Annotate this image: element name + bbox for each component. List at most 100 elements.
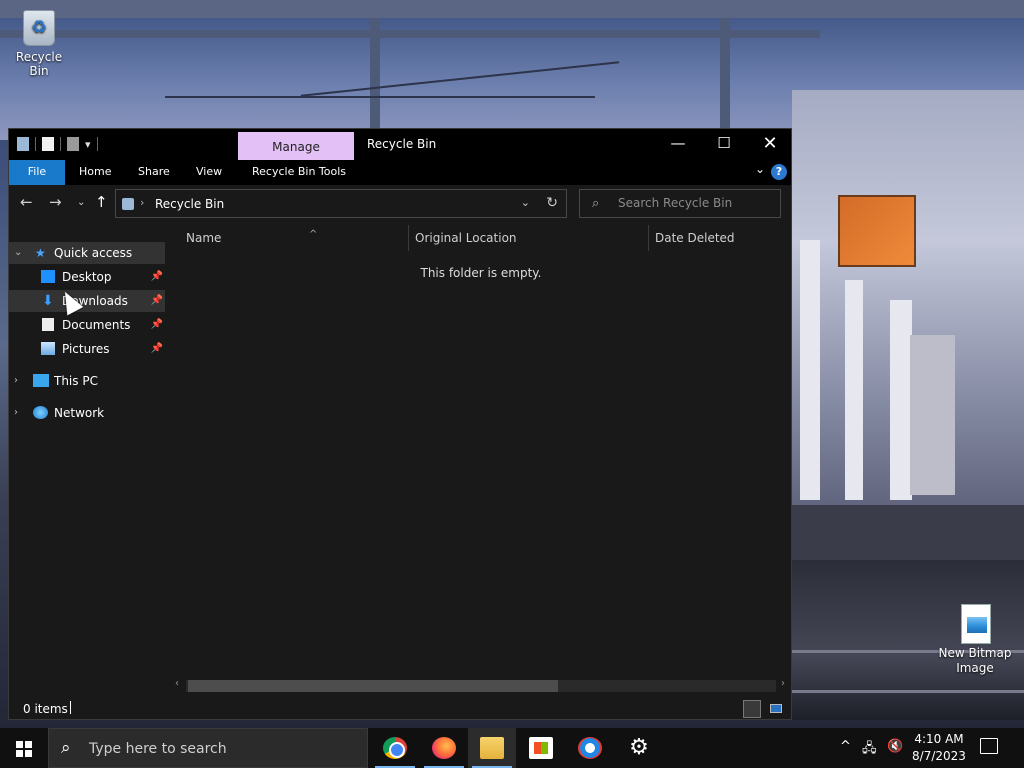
navigation-pane: ⌄ ★ Quick access Desktop 📌 ⬇ Downloads 📌… [9, 223, 165, 697]
sidebar-item-desktop[interactable]: Desktop 📌 [9, 266, 165, 288]
sidebar-item-quick-access[interactable]: ⌄ ★ Quick access [9, 242, 165, 264]
navigation-bar: ← → ⌄ ↑ › Recycle Bin ⌄ ↻ ⌕ [9, 185, 791, 223]
recycle-bin-small-icon [17, 137, 29, 151]
windows-logo-icon [16, 741, 32, 757]
status-divider [70, 701, 71, 714]
forward-arrow-icon[interactable]: → [49, 193, 62, 211]
large-icons-view-button[interactable] [767, 700, 785, 718]
breadcrumb-chevron-icon[interactable]: › [140, 196, 144, 209]
help-icon[interactable]: ? [771, 164, 787, 180]
window-title: Recycle Bin [367, 137, 437, 151]
sidebar-item-pictures[interactable]: Pictures 📌 [9, 338, 165, 360]
new-folder-icon[interactable] [67, 137, 79, 151]
sidebar-item-label: Documents [62, 318, 131, 332]
taskbar-search-box[interactable]: ⌕ Type here to search [48, 728, 368, 768]
desktop-icon-recycle-bin[interactable]: Recycle Bin [6, 6, 72, 78]
notifications-icon[interactable] [980, 738, 998, 754]
tab-share[interactable]: Share [138, 160, 170, 185]
maximize-button[interactable]: ☐ [701, 129, 747, 160]
show-hidden-icons-chevron-icon[interactable]: ^ [840, 739, 851, 768]
chevron-right-icon[interactable]: › [14, 370, 18, 392]
ribbon-tabs: File Home Share View Recycle Bin Tools ⌄… [9, 160, 791, 185]
sort-ascending-icon: ^ [309, 229, 318, 240]
taskbar-app-firefox[interactable] [420, 728, 468, 768]
network-tray-icon[interactable]: 🖧 [862, 739, 877, 768]
title-bar[interactable]: ▾ Manage Recycle Bin — ☐ ✕ [9, 129, 791, 160]
column-header-name[interactable]: Name ^ [186, 229, 317, 245]
volume-muted-icon[interactable]: 🔇 [887, 739, 903, 768]
desktop-icon-label: New Bitmap Image [938, 646, 1012, 675]
document-icon [42, 318, 54, 331]
column-header-date-deleted[interactable]: Date Deleted [655, 231, 735, 245]
taskbar: ⌕ Type here to search ⚙ ^ 🖧 🔇 4:10 AM 8/… [0, 728, 1024, 768]
star-icon: ★ [35, 246, 46, 260]
recent-locations-chevron-icon[interactable]: ⌄ [77, 197, 85, 208]
recycle-bin-icon [23, 10, 55, 46]
taskbar-app-file-explorer[interactable] [468, 728, 516, 768]
details-view-button[interactable] [743, 700, 761, 718]
scroll-left-arrow-icon[interactable]: ‹ [175, 678, 179, 689]
search-input[interactable] [618, 196, 773, 210]
tab-manage[interactable]: Manage [238, 132, 354, 160]
tab-file[interactable]: File [9, 160, 65, 185]
tab-home[interactable]: Home [79, 160, 111, 185]
breadcrumb-recycle-bin[interactable]: Recycle Bin [155, 197, 224, 211]
pin-icon[interactable]: 📌 [151, 266, 163, 288]
system-clock[interactable]: 4:10 AM 8/7/2023 [908, 731, 970, 765]
content-pane[interactable]: Name ^ Original Location Date Deleted Th… [166, 223, 791, 697]
computer-icon [33, 374, 49, 387]
taskbar-app-store[interactable] [517, 728, 565, 768]
scrollbar-thumb[interactable] [188, 680, 558, 692]
search-icon: ⌕ [61, 738, 71, 758]
sidebar-item-documents[interactable]: Documents 📌 [9, 314, 165, 336]
refresh-icon[interactable]: ↻ [546, 195, 558, 211]
close-button[interactable]: ✕ [747, 129, 793, 160]
item-count: 0 items [23, 702, 68, 716]
horizontal-scrollbar[interactable]: ‹ › [171, 677, 791, 693]
column-header-label: Name [186, 231, 222, 245]
desktop-icon-new-bitmap-image[interactable]: New Bitmap Image [934, 602, 1016, 676]
settings-icon: ⚙ [629, 735, 649, 760]
address-dropdown-chevron-icon[interactable]: ⌄ [521, 196, 530, 209]
start-button[interactable] [0, 728, 48, 768]
tab-recycle-bin-tools[interactable]: Recycle Bin Tools [252, 160, 346, 185]
column-header-original-location[interactable]: Original Location [415, 231, 517, 245]
address-bar[interactable]: › Recycle Bin ⌄ ↻ [115, 189, 567, 218]
taskbar-search-placeholder: Type here to search [89, 741, 227, 757]
sidebar-item-downloads[interactable]: ⬇ Downloads 📌 [9, 290, 165, 312]
properties-icon[interactable] [42, 137, 54, 151]
bitmap-image-icon [961, 604, 991, 644]
network-icon [33, 406, 48, 419]
scroll-right-arrow-icon[interactable]: › [781, 678, 785, 689]
sidebar-item-network[interactable]: › Network [9, 402, 165, 424]
minimize-button[interactable]: — [655, 129, 701, 160]
back-arrow-icon[interactable]: ← [20, 193, 33, 211]
tab-view[interactable]: View [196, 160, 222, 185]
customize-toolbar-icon[interactable]: ▾ [85, 138, 91, 151]
firefox-icon [432, 737, 456, 759]
pin-icon[interactable]: 📌 [151, 338, 163, 360]
pin-icon[interactable]: 📌 [151, 314, 163, 336]
recycle-bin-small-icon [122, 198, 134, 210]
pictures-icon [41, 342, 55, 355]
sidebar-item-this-pc[interactable]: › This PC [9, 370, 165, 392]
sidebar-item-label: Network [54, 406, 105, 420]
file-explorer-icon [480, 737, 504, 759]
taskbar-app-settings[interactable]: ⚙ [615, 728, 663, 768]
quick-access-toolbar: ▾ [17, 137, 98, 151]
pin-icon[interactable]: 📌 [151, 290, 163, 312]
empty-folder-message: This folder is empty. [420, 266, 542, 280]
search-box[interactable]: ⌕ [579, 189, 781, 218]
taskbar-app-vpn[interactable] [566, 728, 614, 768]
store-icon [529, 737, 553, 759]
chevron-down-icon[interactable]: ⌄ [14, 242, 22, 264]
column-divider[interactable] [648, 225, 649, 251]
sidebar-item-label: Quick access [54, 246, 133, 260]
desktop-icon-label: Recycle Bin [15, 50, 63, 78]
chevron-right-icon[interactable]: › [14, 402, 18, 424]
column-divider[interactable] [408, 225, 409, 251]
download-arrow-icon: ⬇ [42, 293, 54, 309]
taskbar-app-chrome[interactable] [371, 728, 419, 768]
up-arrow-icon[interactable]: ↑ [95, 193, 108, 211]
expand-ribbon-chevron-icon[interactable]: ⌄ [755, 162, 765, 176]
